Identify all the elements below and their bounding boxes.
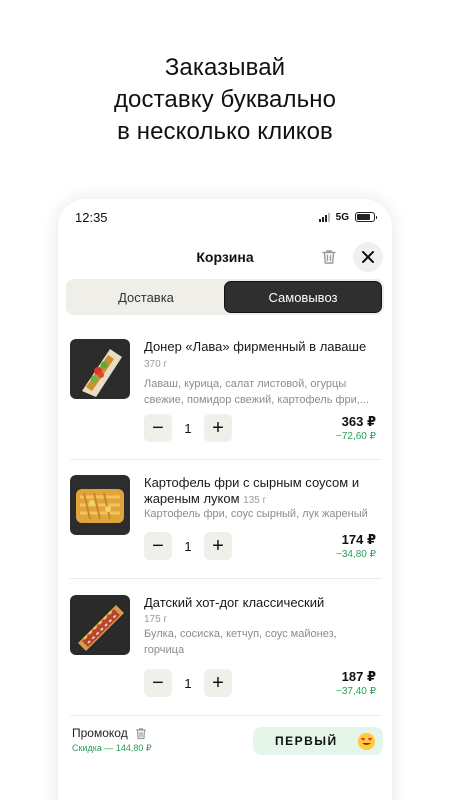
signal-icon [318,212,330,222]
decrease-button[interactable]: − [144,414,172,442]
item-description: Булка, сосиска, кетчуп, соус майонез, го… [144,628,337,656]
status-time: 12:35 [75,209,108,225]
promo-row: Промокод [72,726,147,740]
item-discount: −34,80 ₽ [335,549,376,560]
quantity-stepper: − 1 + [144,669,232,697]
divider [70,459,382,460]
item-price: 174 ₽ [341,532,376,547]
decrease-button[interactable]: − [144,669,172,697]
quantity-stepper: − 1 + [144,532,232,560]
quantity-value: 1 [184,675,192,691]
headline-line-1: Заказывай [164,54,286,81]
page-title: Корзина [196,249,254,265]
decrease-button[interactable]: − [144,532,172,560]
item-price: 363 ₽ [341,414,376,429]
status-bar: 12:35 5G [75,209,377,225]
quantity-value: 1 [184,538,192,554]
increase-button[interactable]: + [204,532,232,560]
tab-pickup[interactable]: Самовывоз [224,281,382,313]
quantity-value: 1 [184,420,192,436]
quantity-stepper: − 1 + [144,414,232,442]
item-description: Картофель фри, соус сырный, лук жареный [144,508,368,520]
promo-code-chip[interactable]: ПЕРВЫЙ [253,727,383,755]
hotdog-image [70,595,130,655]
fries-image [70,475,130,535]
item-weight: 135 г [243,495,267,506]
close-icon [362,251,374,263]
headline-line-2: доставку буквально [113,86,337,113]
promo-headline: Заказывай доставку буквально в несколько… [0,52,450,148]
promo-discount: Скидка — 144,80 ₽ [72,743,152,753]
headline-line-3: в несколько кликов [117,118,333,145]
tab-delivery[interactable]: Доставка [68,281,224,313]
trash-icon[interactable] [135,727,147,740]
delivery-mode-switch: Доставка Самовывоз [66,279,384,315]
item-name: Датский хот-дог классический [144,595,325,610]
increase-button[interactable]: + [204,414,232,442]
trash-icon[interactable] [320,248,338,266]
increase-button[interactable]: + [204,669,232,697]
network-label: 5G [335,211,349,223]
item-price: 187 ₽ [341,669,376,684]
battery-icon [355,212,377,222]
promo-code: ПЕРВЫЙ [275,734,338,748]
promo-label: Промокод [72,726,128,740]
item-discount: −72,60 ₽ [335,431,376,442]
heart-eyes-emoji-icon [358,732,375,750]
item-discount: −37,40 ₽ [335,686,376,697]
item-name: Донер «Лава» фирменный в лаваше [144,339,367,354]
divider [70,578,382,579]
close-button[interactable] [353,242,383,272]
item-weight: 370 г [144,359,168,370]
phone-frame: 12:35 5G Корзина Доставка Самовывоз Доне… [58,199,392,800]
item-description: Лаваш, курица, салат листовой, огурцы св… [144,378,370,406]
divider [70,715,382,716]
doner-image [70,339,130,399]
